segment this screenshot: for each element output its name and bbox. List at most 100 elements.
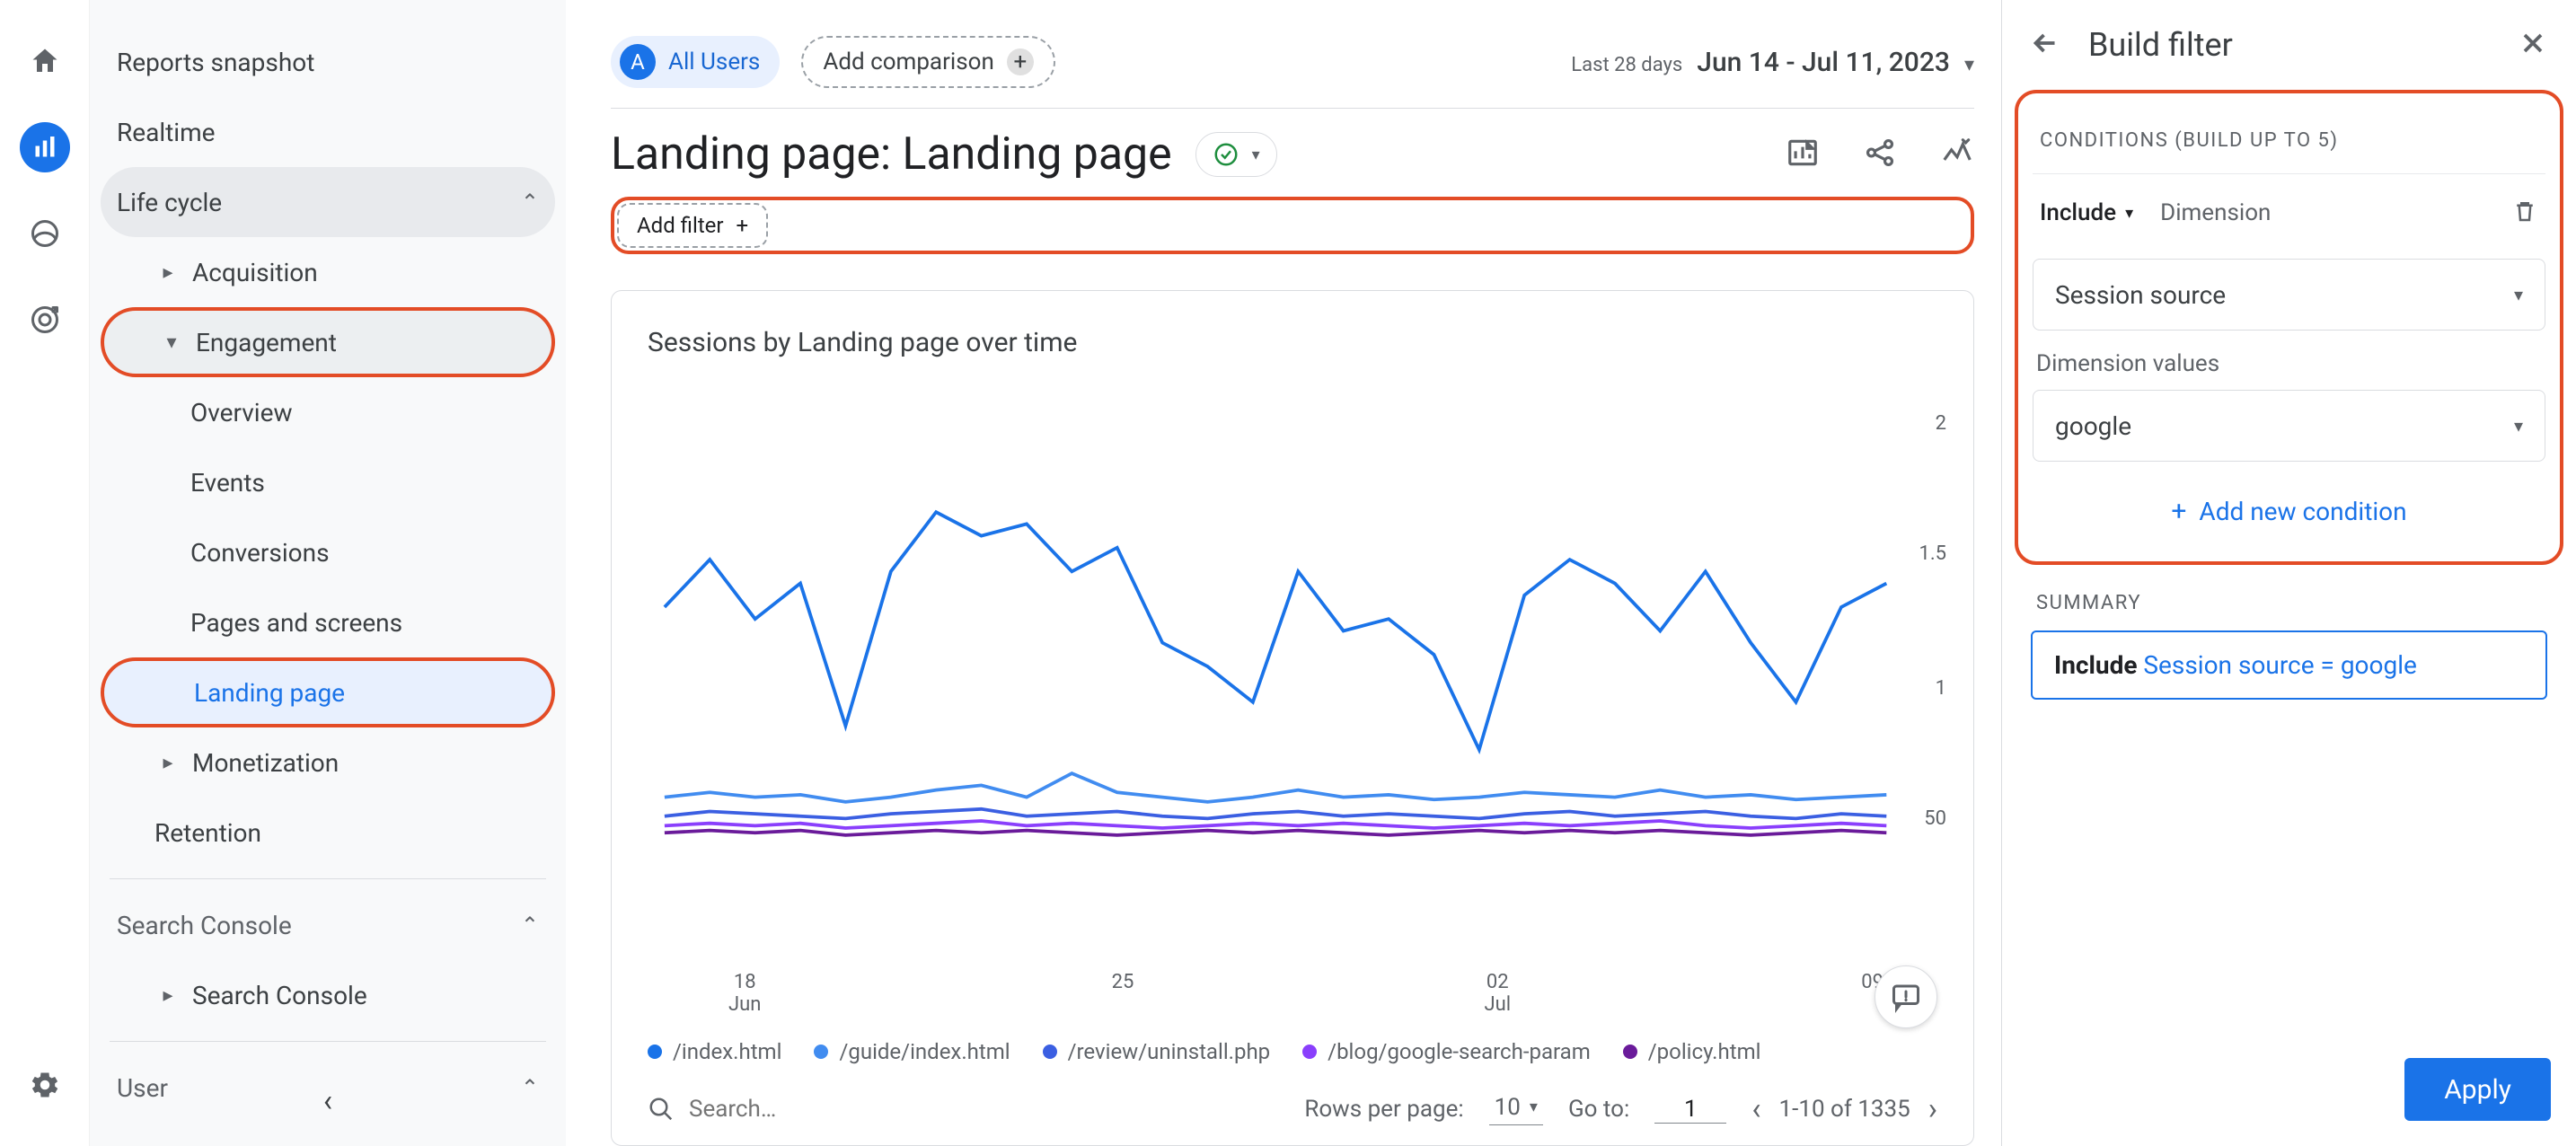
add-condition-button[interactable]: + Add new condition [2033, 469, 2545, 536]
table-controls: Rows per page: 10▾ Go to: ‹ 1-10 of 1335… [648, 1091, 1937, 1127]
y-tick: 2 [1936, 412, 1946, 435]
legend-dot [648, 1045, 662, 1059]
main-content: A All Users Add comparison + Last 28 day… [566, 0, 2001, 1146]
x-tick-sub: Jul [1484, 993, 1511, 1016]
segment-all-users[interactable]: A All Users [611, 36, 780, 88]
legend-item[interactable]: /review/uninstall.php [1043, 1039, 1271, 1064]
filter-header: Build filter [2002, 0, 2576, 90]
check-circle-icon [1213, 141, 1239, 168]
dimension-heading: Dimension [2160, 199, 2271, 226]
dimension-values-label: Dimension values [2033, 338, 2545, 383]
chevron-up-icon: ⌃ [521, 912, 539, 938]
dimension-values-value: google [2055, 411, 2131, 441]
nav-search-console[interactable]: Search Console⌃ [101, 890, 555, 960]
nav-realtime[interactable]: Realtime [101, 97, 555, 167]
apply-button[interactable]: Apply [2404, 1058, 2551, 1121]
feedback-button[interactable] [1875, 965, 1937, 1028]
title-bar: Landing page: Landing page ▾ [611, 128, 1974, 181]
table-search[interactable] [648, 1096, 1279, 1124]
nav-overview[interactable]: Overview [101, 377, 555, 447]
home-icon[interactable] [20, 36, 70, 86]
explore-icon[interactable] [20, 208, 70, 259]
chevron-up-icon: ⌃ [521, 190, 539, 215]
nav-sidebar: Reports snapshot Realtime Life cycle⌃ ▸A… [90, 0, 566, 1146]
nav-lifecycle[interactable]: Life cycle⌃ [101, 167, 555, 237]
date-range-picker[interactable]: Last 28 days Jun 14 - Jul 11, 2023 ▾ [1571, 47, 1974, 78]
legend-dot [1623, 1045, 1637, 1059]
nav-events[interactable]: Events [101, 447, 555, 517]
add-comparison-label: Add comparison [823, 48, 993, 75]
nav-engagement[interactable]: ▾Engagement [101, 307, 555, 377]
prev-page-icon[interactable]: ‹ [1751, 1091, 1760, 1127]
legend-label: /index.html [673, 1039, 781, 1064]
legend-label: /blog/google-search-param [1328, 1039, 1591, 1064]
close-icon[interactable] [2517, 27, 2549, 63]
caret-right-icon: ▸ [154, 752, 181, 774]
x-tick: 25 [1112, 971, 1134, 993]
search-input[interactable] [689, 1096, 958, 1124]
caret-right-icon: ▸ [154, 261, 181, 284]
y-tick: 1 [1936, 677, 1946, 700]
nav-label: Monetization [192, 748, 339, 778]
chart-legend: /index.html/guide/index.html/review/unin… [648, 1039, 1937, 1064]
share-icon[interactable] [1863, 136, 1897, 173]
plus-icon: + [1007, 48, 1034, 75]
goto-input[interactable] [1654, 1096, 1726, 1124]
caret-down-icon: ▾ [158, 331, 185, 354]
legend-dot [1043, 1045, 1057, 1059]
left-rail [0, 0, 90, 1146]
search-icon [648, 1096, 675, 1123]
page-title: Landing page: Landing page [611, 128, 1172, 181]
goto-label: Go to: [1568, 1096, 1629, 1123]
add-filter-button[interactable]: Add filter + [617, 203, 768, 248]
nav-label: Overview [190, 398, 293, 428]
add-comparison-button[interactable]: Add comparison + [801, 36, 1054, 88]
legend-item[interactable]: /guide/index.html [814, 1039, 1010, 1064]
x-axis-labels: 18Jun 25 02Jul 09 [648, 971, 1937, 1016]
status-chip[interactable]: ▾ [1195, 132, 1277, 177]
summary-link[interactable]: Session source = google [2143, 650, 2416, 680]
conditions-box: CONDITIONS (BUILD UP TO 5) Include▾ Dime… [2015, 90, 2563, 565]
nav-label: User [117, 1073, 168, 1103]
advertising-icon[interactable] [20, 295, 70, 345]
report-actions [1786, 136, 1974, 173]
customize-icon[interactable] [1786, 136, 1820, 173]
legend-item[interactable]: /policy.html [1623, 1039, 1761, 1064]
add-condition-label: Add new condition [2199, 497, 2406, 526]
x-tick: 18 [728, 971, 761, 993]
dimension-select[interactable]: Session source▾ [2033, 259, 2545, 331]
collapse-nav-icon[interactable]: ‹ [323, 1083, 332, 1119]
date-label: Last 28 days [1571, 54, 1682, 76]
page-range: 1-10 of 1335 [1779, 1096, 1910, 1123]
nav-search-console-sub[interactable]: ▸Search Console [101, 960, 555, 1030]
nav-landing-page[interactable]: Landing page [101, 657, 555, 727]
nav-monetization[interactable]: ▸ Monetization [101, 727, 555, 798]
next-page-icon[interactable]: › [1928, 1091, 1937, 1127]
comparison-bar: A All Users Add comparison + Last 28 day… [611, 36, 1974, 88]
legend-label: /guide/index.html [839, 1039, 1010, 1064]
legend-item[interactable]: /blog/google-search-param [1302, 1039, 1591, 1064]
nav-acquisition[interactable]: ▸Acquisition [101, 237, 555, 307]
legend-item[interactable]: /index.html [648, 1039, 781, 1064]
nav-reports-snapshot[interactable]: Reports snapshot [101, 27, 555, 97]
date-range: Jun 14 - Jul 11, 2023 [1697, 47, 1950, 78]
dimension-values-select[interactable]: google▾ [2033, 390, 2545, 462]
plus-icon: + [2171, 496, 2186, 527]
settings-icon[interactable] [20, 1060, 70, 1110]
dimension-value: Session source [2055, 280, 2226, 310]
reports-icon[interactable] [20, 122, 70, 172]
summary-heading: SUMMARY [2015, 565, 2563, 630]
back-icon[interactable] [2029, 27, 2061, 63]
segment-label: All Users [668, 48, 760, 75]
legend-dot [1302, 1045, 1317, 1059]
insights-icon[interactable] [1940, 136, 1974, 173]
include-dropdown[interactable]: Include▾ [2040, 199, 2133, 226]
legend-label: /policy.html [1648, 1039, 1761, 1064]
caret-right-icon: ▸ [154, 984, 181, 1007]
rows-per-page-select[interactable]: 10▾ [1489, 1094, 1543, 1125]
nav-pages-screens[interactable]: Pages and screens [101, 587, 555, 657]
nav-retention[interactable]: Retention [101, 798, 555, 868]
nav-conversions[interactable]: Conversions [101, 517, 555, 587]
filter-panel: Build filter CONDITIONS (BUILD UP TO 5) … [2001, 0, 2576, 1146]
delete-condition-icon[interactable] [2511, 198, 2538, 228]
